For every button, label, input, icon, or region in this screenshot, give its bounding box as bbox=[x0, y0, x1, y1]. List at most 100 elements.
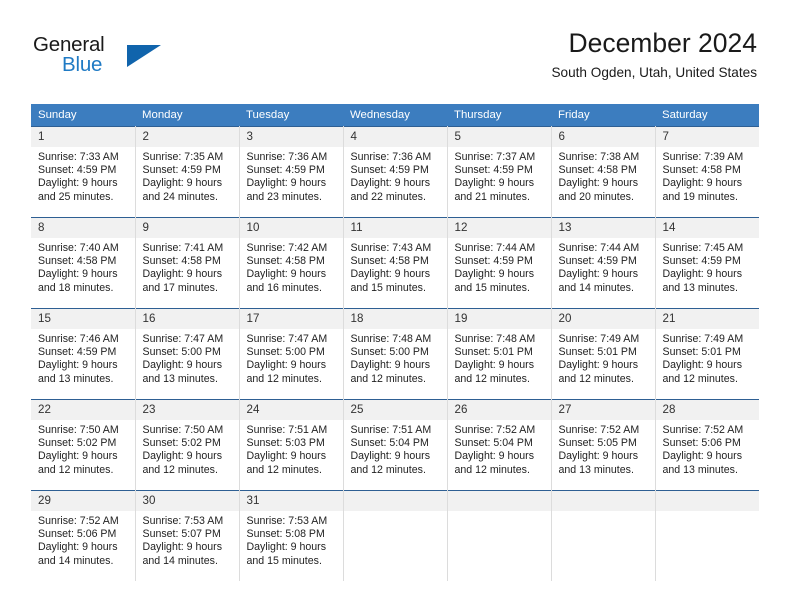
weekday-header-wednesday: Wednesday bbox=[343, 104, 447, 127]
day-details: Sunrise: 7:52 AM Sunset: 5:04 PM Daylight:… bbox=[448, 420, 551, 477]
calendar-day-cell[interactable]: 22 Sunrise: 7:50 AM Sunset: 5:02 PM Dayligh… bbox=[31, 399, 136, 491]
daylight-text-line2: and 13 minutes. bbox=[662, 463, 738, 476]
sunset-text: Sunset: 5:07 PM bbox=[142, 528, 221, 541]
daylight-text-line1: Daylight: 9 hours bbox=[246, 359, 327, 372]
daylight-text-line2: and 19 minutes. bbox=[662, 190, 738, 203]
calendar-day-cell[interactable]: 2 Sunrise: 7:35 AM Sunset: 4:59 PM Daylight… bbox=[135, 126, 240, 218]
day-number bbox=[551, 491, 654, 511]
sunset-text: Sunset: 4:59 PM bbox=[350, 164, 429, 177]
calendar-day-cell[interactable]: 14 Sunrise: 7:45 AM Sunset: 4:59 PM Dayligh… bbox=[655, 217, 759, 309]
sunrise-text: Sunrise: 7:38 AM bbox=[558, 151, 640, 163]
sunrise-text: Sunrise: 7:48 AM bbox=[454, 333, 536, 345]
day-number: 8 bbox=[31, 218, 134, 238]
sunrise-text: Sunrise: 7:50 AM bbox=[38, 424, 119, 436]
daylight-text-line2: and 12 minutes. bbox=[454, 463, 530, 476]
sunrise-text: Sunrise: 7:49 AM bbox=[662, 333, 744, 345]
calendar-day-cell[interactable]: 7 Sunrise: 7:39 AM Sunset: 4:58 PM Daylight… bbox=[655, 126, 759, 218]
calendar-day-cell[interactable]: 10 Sunrise: 7:42 AM Sunset: 4:58 PM Dayligh… bbox=[239, 217, 344, 309]
day-number: 14 bbox=[655, 218, 759, 238]
daylight-text-line2: and 13 minutes. bbox=[142, 372, 218, 385]
daylight-text-line2: and 13 minutes. bbox=[662, 281, 738, 294]
day-number: 27 bbox=[551, 400, 654, 420]
sunset-text: Sunset: 4:58 PM bbox=[350, 255, 429, 268]
day-number: 7 bbox=[655, 127, 759, 147]
daylight-text-line1: Daylight: 9 hours bbox=[246, 541, 327, 554]
daylight-text-line2: and 12 minutes. bbox=[142, 463, 218, 476]
calendar-day-cell[interactable]: 11 Sunrise: 7:43 AM Sunset: 4:58 PM Dayligh… bbox=[343, 217, 448, 309]
sunrise-text: Sunrise: 7:42 AM bbox=[246, 242, 328, 254]
calendar-day-cell[interactable]: 12 Sunrise: 7:44 AM Sunset: 4:59 PM Dayligh… bbox=[447, 217, 552, 309]
calendar-day-cell[interactable]: 6 Sunrise: 7:38 AM Sunset: 4:58 PM Daylight… bbox=[551, 126, 656, 218]
calendar-day-cell-empty bbox=[343, 490, 448, 581]
day-number: 24 bbox=[239, 400, 342, 420]
daylight-text-line2: and 16 minutes. bbox=[246, 281, 322, 294]
daylight-text-line1: Daylight: 9 hours bbox=[454, 359, 535, 372]
daylight-text-line2: and 13 minutes. bbox=[38, 372, 114, 385]
calendar-day-cell[interactable]: 15 Sunrise: 7:46 AM Sunset: 4:59 PM Dayligh… bbox=[31, 308, 136, 400]
blue-triangle-icon bbox=[127, 45, 161, 67]
day-number: 13 bbox=[551, 218, 654, 238]
calendar-day-cell[interactable]: 26 Sunrise: 7:52 AM Sunset: 5:04 PM Dayligh… bbox=[447, 399, 552, 491]
calendar-day-cell[interactable]: 5 Sunrise: 7:37 AM Sunset: 4:59 PM Daylight… bbox=[447, 126, 552, 218]
calendar-day-cell[interactable]: 28 Sunrise: 7:52 AM Sunset: 5:06 PM Dayligh… bbox=[655, 399, 759, 491]
calendar-day-cell-empty bbox=[447, 490, 552, 581]
daylight-text-line2: and 21 minutes. bbox=[454, 190, 530, 203]
calendar-week-row: 15 Sunrise: 7:46 AM Sunset: 4:59 PM Dayligh… bbox=[31, 308, 759, 400]
sunrise-text: Sunrise: 7:36 AM bbox=[246, 151, 328, 163]
day-details: Sunrise: 7:46 AM Sunset: 4:59 PM Daylight:… bbox=[31, 329, 134, 386]
sunrise-text: Sunrise: 7:52 AM bbox=[558, 424, 640, 436]
calendar-day-cell[interactable]: 31 Sunrise: 7:53 AM Sunset: 5:08 PM Dayligh… bbox=[239, 490, 344, 581]
calendar-day-cell[interactable]: 20 Sunrise: 7:49 AM Sunset: 5:01 PM Dayligh… bbox=[551, 308, 656, 400]
calendar-day-cell[interactable]: 8 Sunrise: 7:40 AM Sunset: 4:58 PM Daylight… bbox=[31, 217, 136, 309]
calendar-day-cell[interactable]: 13 Sunrise: 7:44 AM Sunset: 4:59 PM Dayligh… bbox=[551, 217, 656, 309]
day-details: Sunrise: 7:52 AM Sunset: 5:06 PM Daylight:… bbox=[31, 511, 134, 568]
calendar-day-cell[interactable]: 17 Sunrise: 7:47 AM Sunset: 5:00 PM Dayligh… bbox=[239, 308, 344, 400]
title-block: December 2024 South Ogden, Utah, United … bbox=[551, 28, 757, 80]
day-details: Sunrise: 7:50 AM Sunset: 5:02 PM Daylight:… bbox=[136, 420, 239, 477]
calendar-day-cell[interactable]: 27 Sunrise: 7:52 AM Sunset: 5:05 PM Dayligh… bbox=[551, 399, 656, 491]
calendar-day-cell[interactable]: 9 Sunrise: 7:41 AM Sunset: 4:58 PM Daylight… bbox=[135, 217, 240, 309]
brand-name-blue: Blue bbox=[62, 53, 103, 76]
calendar-day-cell[interactable]: 18 Sunrise: 7:48 AM Sunset: 5:00 PM Dayligh… bbox=[343, 308, 448, 400]
calendar-day-cell[interactable]: 21 Sunrise: 7:49 AM Sunset: 5:01 PM Dayligh… bbox=[655, 308, 759, 400]
sunrise-text: Sunrise: 7:51 AM bbox=[246, 424, 328, 436]
sunrise-text: Sunrise: 7:51 AM bbox=[350, 424, 432, 436]
daylight-text-line2: and 14 minutes. bbox=[558, 281, 634, 294]
daylight-text-line2: and 17 minutes. bbox=[142, 281, 218, 294]
daylight-text-line1: Daylight: 9 hours bbox=[142, 541, 223, 554]
day-details: Sunrise: 7:47 AM Sunset: 5:00 PM Daylight:… bbox=[240, 329, 343, 386]
calendar-day-cell[interactable]: 24 Sunrise: 7:51 AM Sunset: 5:03 PM Dayligh… bbox=[239, 399, 344, 491]
sunrise-text: Sunrise: 7:47 AM bbox=[246, 333, 328, 345]
calendar-day-cell[interactable]: 16 Sunrise: 7:47 AM Sunset: 5:00 PM Dayligh… bbox=[135, 308, 240, 400]
sunrise-text: Sunrise: 7:46 AM bbox=[38, 333, 119, 345]
sunrise-text: Sunrise: 7:35 AM bbox=[142, 151, 224, 163]
calendar-day-cell[interactable]: 4 Sunrise: 7:36 AM Sunset: 4:59 PM Daylight… bbox=[343, 126, 448, 218]
day-details: Sunrise: 7:33 AM Sunset: 4:59 PM Daylight:… bbox=[31, 147, 134, 204]
daylight-text-line2: and 15 minutes. bbox=[350, 281, 426, 294]
day-details: Sunrise: 7:37 AM Sunset: 4:59 PM Daylight:… bbox=[448, 147, 551, 204]
daylight-text-line2: and 25 minutes. bbox=[38, 190, 114, 203]
calendar-day-cell[interactable]: 30 Sunrise: 7:53 AM Sunset: 5:07 PM Dayligh… bbox=[135, 490, 240, 581]
page-subtitle: South Ogden, Utah, United States bbox=[551, 65, 757, 81]
day-number: 10 bbox=[239, 218, 342, 238]
calendar-week-row: 8 Sunrise: 7:40 AM Sunset: 4:58 PM Daylight… bbox=[31, 217, 759, 309]
calendar-day-cell[interactable]: 25 Sunrise: 7:51 AM Sunset: 5:04 PM Dayligh… bbox=[343, 399, 448, 491]
calendar-header-row: Sunday Monday Tuesday Wednesday Thursday… bbox=[31, 104, 759, 127]
calendar-day-cell[interactable]: 1 Sunrise: 7:33 AM Sunset: 4:59 PM Daylight… bbox=[31, 126, 136, 218]
daylight-text-line2: and 12 minutes. bbox=[246, 372, 322, 385]
calendar-day-cell[interactable]: 23 Sunrise: 7:50 AM Sunset: 5:02 PM Dayligh… bbox=[135, 399, 240, 491]
day-details: Sunrise: 7:47 AM Sunset: 5:00 PM Daylight:… bbox=[136, 329, 239, 386]
sunset-text: Sunset: 4:59 PM bbox=[558, 255, 637, 268]
sunset-text: Sunset: 5:03 PM bbox=[246, 437, 325, 450]
brand-logo[interactable]: General Blue bbox=[33, 33, 243, 83]
calendar-day-cell[interactable]: 3 Sunrise: 7:36 AM Sunset: 4:59 PM Daylight… bbox=[239, 126, 344, 218]
sunset-text: Sunset: 5:01 PM bbox=[558, 346, 637, 359]
daylight-text-line2: and 12 minutes. bbox=[38, 463, 114, 476]
daylight-text-line1: Daylight: 9 hours bbox=[142, 359, 223, 372]
sunset-text: Sunset: 5:06 PM bbox=[662, 437, 741, 450]
daylight-text-line1: Daylight: 9 hours bbox=[38, 359, 118, 372]
daylight-text-line1: Daylight: 9 hours bbox=[246, 268, 327, 281]
calendar-day-cell[interactable]: 29 Sunrise: 7:52 AM Sunset: 5:06 PM Dayligh… bbox=[31, 490, 136, 581]
calendar-day-cell[interactable]: 19 Sunrise: 7:48 AM Sunset: 5:01 PM Dayligh… bbox=[447, 308, 552, 400]
sunset-text: Sunset: 5:01 PM bbox=[662, 346, 741, 359]
